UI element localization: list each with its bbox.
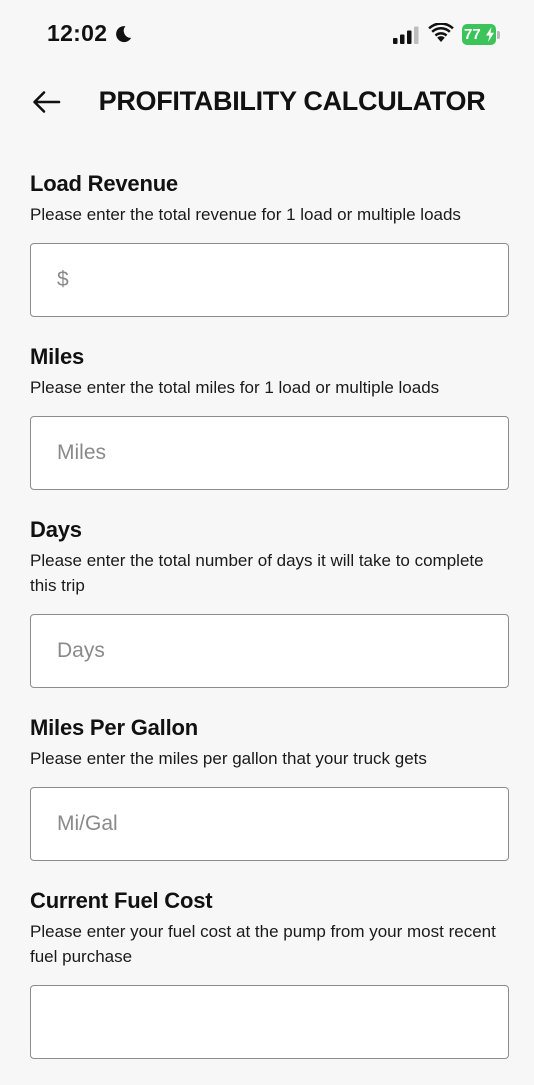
current-fuel-cost-help: Please enter your fuel cost at the pump … [30,922,496,966]
current-fuel-cost-label: Current Fuel Cost [30,888,213,913]
battery-indicator: 77 [462,24,500,46]
charging-bolt-icon [486,27,494,42]
calculator-form: Load Revenue Please enter the total reve… [30,170,509,1085]
miles-per-gallon-field: Miles Per Gallon Please enter the miles … [30,714,509,861]
miles-label: Miles [30,344,85,369]
days-help: Please enter the total number of days it… [30,551,484,595]
load-revenue-help: Please enter the total revenue for 1 loa… [30,205,461,224]
moon-icon [116,26,132,43]
load-revenue-field: Load Revenue Please enter the total reve… [30,170,509,317]
current-fuel-cost-input[interactable] [30,985,509,1059]
load-revenue-input[interactable] [30,243,509,317]
days-field: Days Please enter the total number of da… [30,516,509,688]
miles-per-gallon-help: Please enter the miles per gallon that y… [30,749,427,768]
cellular-signal-icon [393,26,419,44]
days-input[interactable] [30,614,509,688]
current-fuel-cost-field: Current Fuel Cost Please enter your fuel… [30,887,509,1059]
app-header: PROFITABILITY CALCULATOR [0,80,534,124]
days-label: Days [30,517,82,542]
page-title: PROFITABILITY CALCULATOR [98,86,486,116]
battery-cap [497,31,500,39]
load-revenue-label: Load Revenue [30,171,178,196]
miles-help: Please enter the total miles for 1 load … [30,378,440,397]
wifi-icon [428,23,454,42]
miles-per-gallon-label: Miles Per Gallon [30,715,198,740]
status-bar: 12:02 77 [0,0,534,70]
miles-field: Miles Please enter the total miles for 1… [30,343,509,490]
miles-per-gallon-input[interactable] [30,787,509,861]
miles-input[interactable] [30,416,509,490]
status-time: 12:02 [47,20,108,46]
